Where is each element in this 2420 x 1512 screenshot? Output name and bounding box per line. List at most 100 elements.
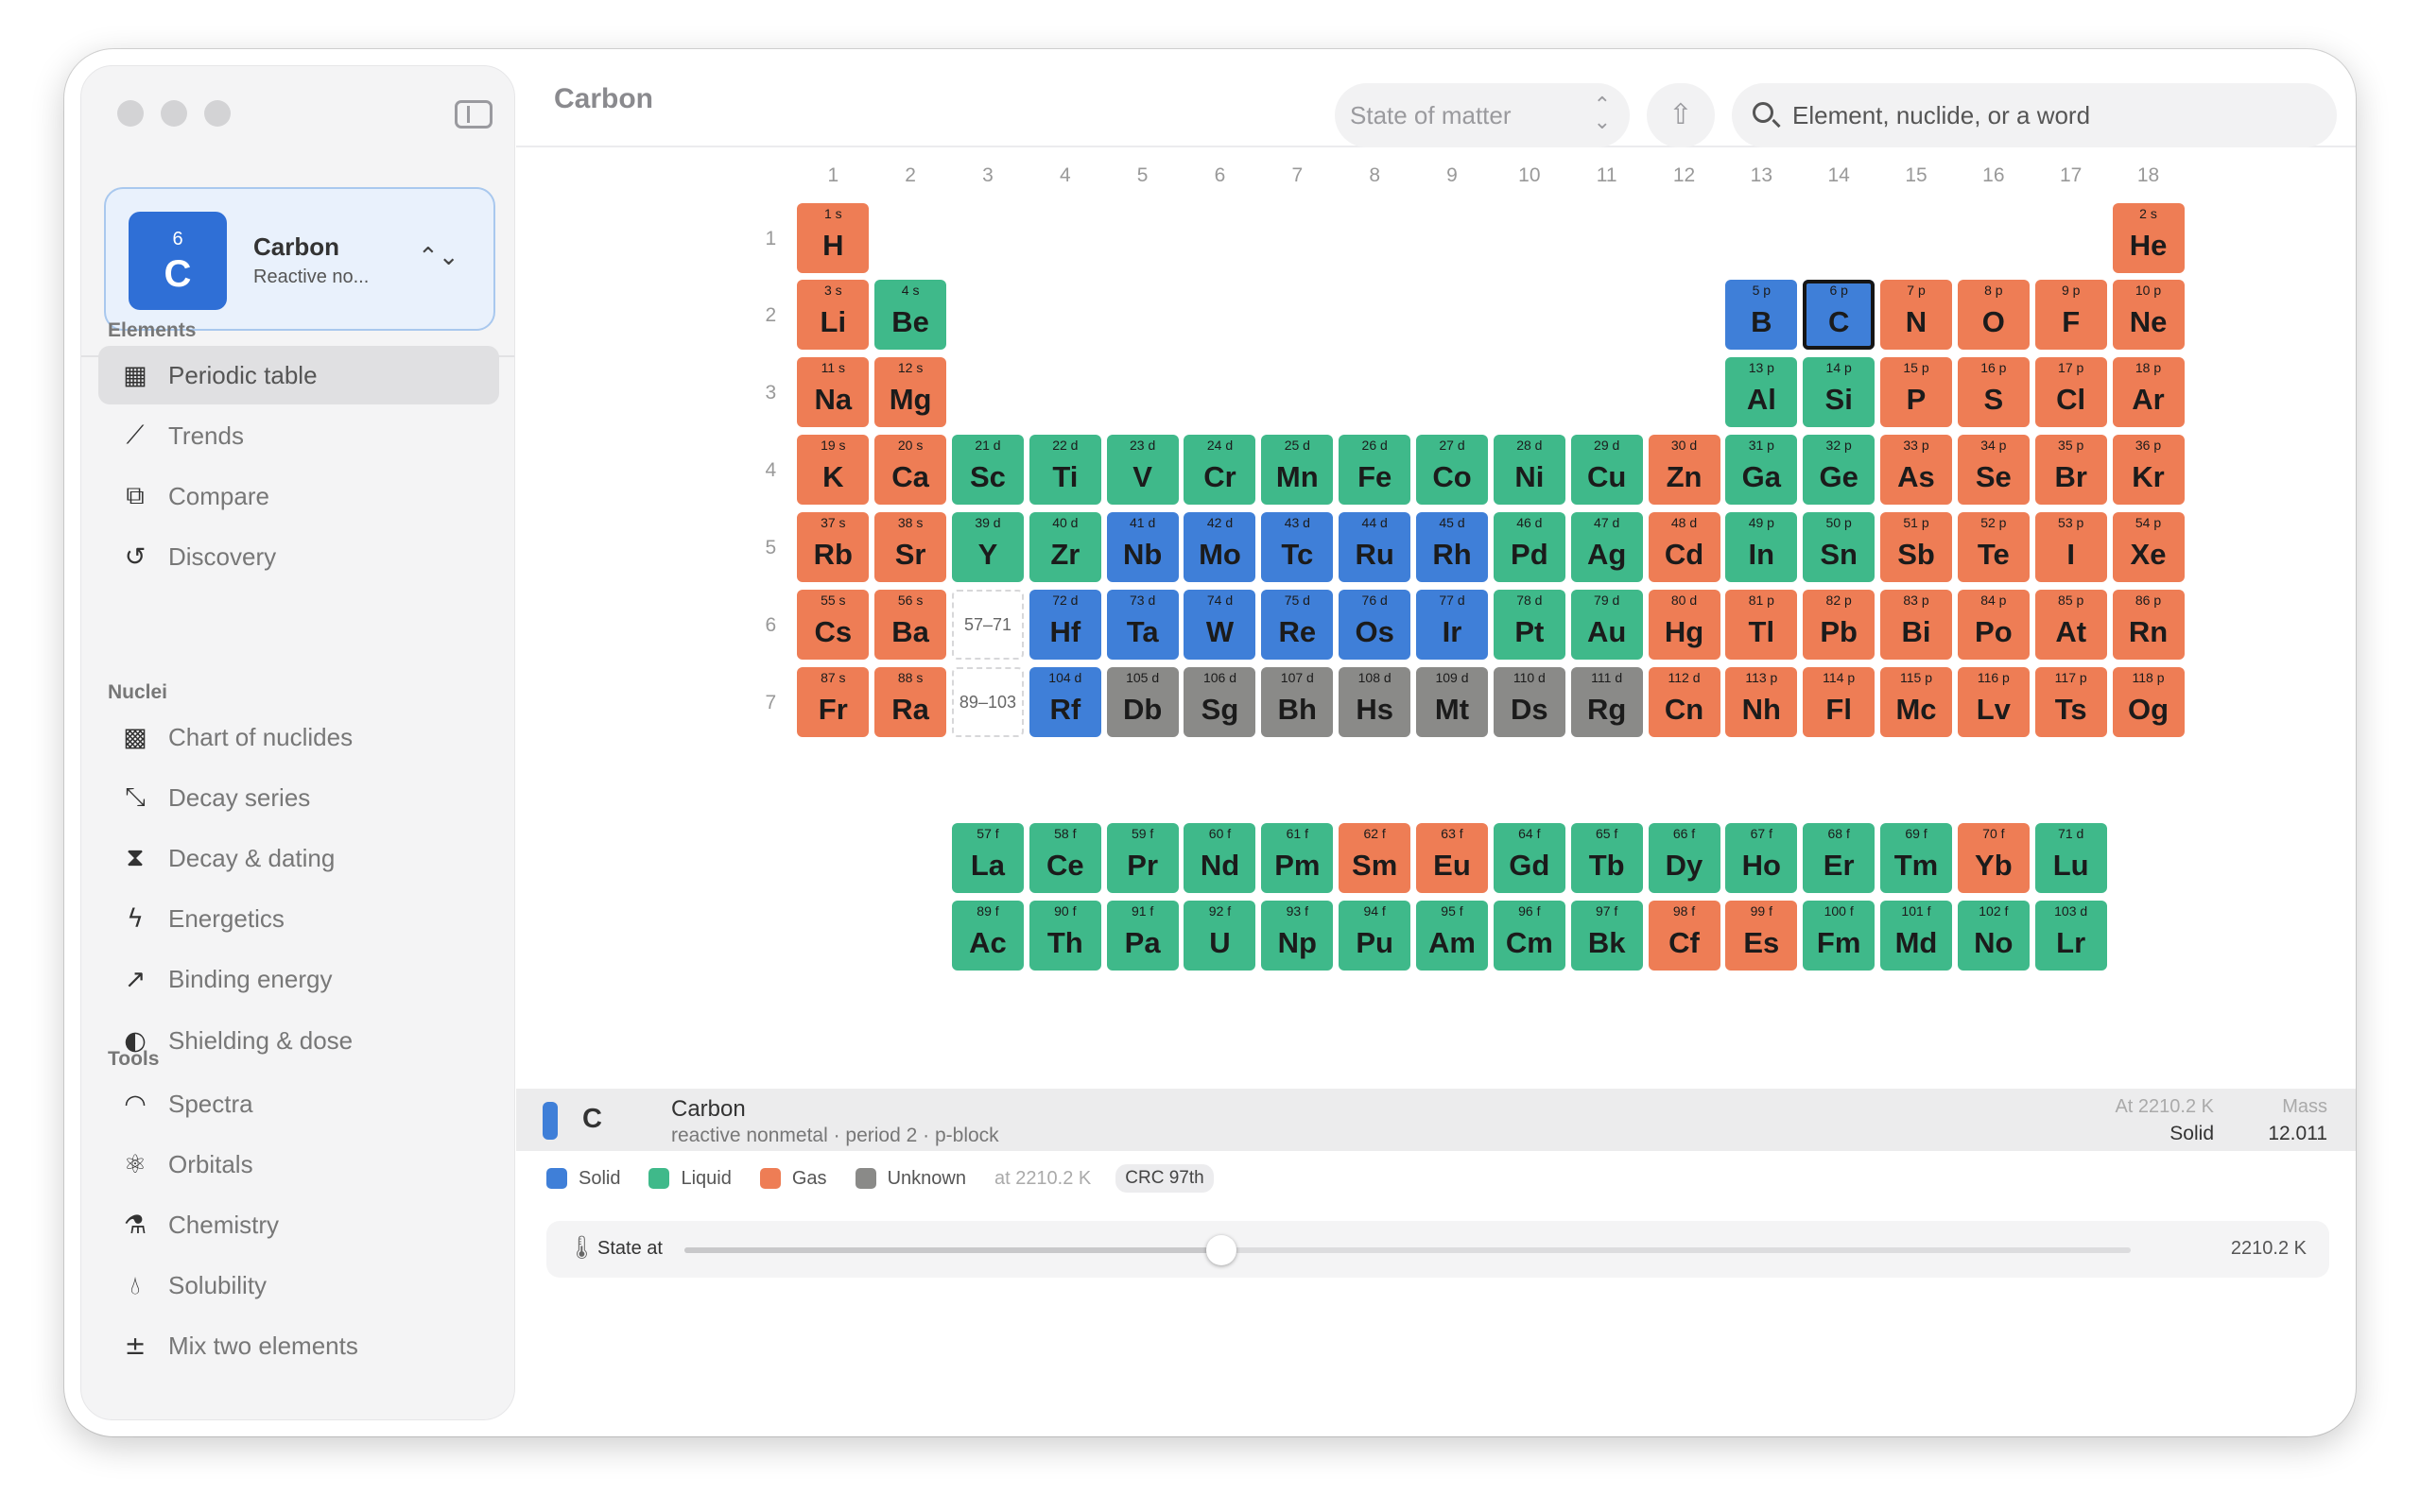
element-cell-se[interactable]: 34 p Se [1957, 435, 2030, 506]
element-cell-p[interactable]: 15 p P [1880, 357, 1952, 428]
element-cell-pb[interactable]: 82 p Pb [1803, 589, 1876, 660]
element-cell-zn[interactable]: 30 d Zn [1648, 435, 1720, 506]
sidebar-item-discovery[interactable]: ↺ Discovery [98, 528, 499, 587]
element-cell-th[interactable]: 90 f Th [1028, 901, 1101, 971]
element-cell-pr[interactable]: 59 f Pr [1106, 823, 1179, 894]
element-cell-no[interactable]: 102 f No [1957, 901, 2030, 971]
element-cell-te[interactable]: 52 p Te [1957, 511, 2030, 582]
element-cell-ce[interactable]: 58 f Ce [1028, 823, 1101, 894]
element-cell-rb[interactable]: 37 s Rb [797, 511, 870, 582]
element-cell-pt[interactable]: 78 d Pt [1493, 589, 1565, 660]
element-cell-w[interactable]: 74 d W [1184, 589, 1256, 660]
element-cell-nd[interactable]: 60 f Nd [1184, 823, 1256, 894]
element-cell-c[interactable]: 6 p C [1803, 280, 1876, 351]
element-cell-sr[interactable]: 38 s Sr [874, 511, 947, 582]
sidebar-item-solubility[interactable]: 💧︎ Solubility [98, 1257, 499, 1315]
element-cell-hf[interactable]: 72 d Hf [1028, 589, 1101, 660]
element-cell-ds[interactable]: 110 d Ds [1493, 666, 1565, 737]
sidebar-item-binding-energy[interactable]: ↗ Binding energy [98, 951, 499, 1009]
element-cell-y[interactable]: 39 d Y [951, 511, 1024, 582]
element-cell-zr[interactable]: 40 d Zr [1028, 511, 1101, 582]
element-cell-ti[interactable]: 22 d Ti [1028, 435, 1101, 506]
close-window-button[interactable] [117, 100, 144, 127]
zoom-window-button[interactable] [204, 100, 231, 127]
element-cell-lr[interactable]: 103 d Lr [2034, 901, 2107, 971]
element-cell-n[interactable]: 7 p N [1880, 280, 1952, 351]
element-cell-h[interactable]: 1 s H [797, 202, 870, 273]
sidebar-item-energetics[interactable]: ϟ Energetics [98, 890, 499, 949]
slider-thumb[interactable] [1205, 1235, 1236, 1265]
element-cell-sm[interactable]: 62 f Sm [1339, 823, 1411, 894]
element-cell-bi[interactable]: 83 p Bi [1880, 589, 1952, 660]
temperature-slider[interactable] [684, 1235, 2131, 1265]
element-cell-lv[interactable]: 116 p Lv [1957, 666, 2030, 737]
element-cell-pa[interactable]: 91 f Pa [1106, 901, 1179, 971]
element-cell-ni[interactable]: 28 d Ni [1493, 435, 1565, 506]
element-cell-ge[interactable]: 32 p Ge [1803, 435, 1876, 506]
element-cell-pd[interactable]: 46 d Pd [1493, 511, 1565, 582]
element-cell-v[interactable]: 23 d V [1106, 435, 1179, 506]
element-cell-f[interactable]: 9 p F [2034, 280, 2107, 351]
element-cell-cr[interactable]: 24 d Cr [1184, 435, 1256, 506]
element-cell-tm[interactable]: 69 f Tm [1880, 823, 1952, 894]
element-cell-ir[interactable]: 77 d Ir [1415, 589, 1488, 660]
sidebar-item-orbitals[interactable]: ⚛ Orbitals [98, 1135, 499, 1194]
element-cell-au[interactable]: 79 d Au [1570, 589, 1643, 660]
share-button[interactable]: ⇧ [1647, 83, 1715, 147]
element-cell-ba[interactable]: 56 s Ba [874, 589, 947, 660]
element-cell-cf[interactable]: 98 f Cf [1648, 901, 1720, 971]
element-cell-co[interactable]: 27 d Co [1415, 435, 1488, 506]
element-cell-nb[interactable]: 41 d Nb [1106, 511, 1179, 582]
element-cell-cd[interactable]: 48 d Cd [1648, 511, 1720, 582]
element-cell-fl[interactable]: 114 p Fl [1803, 666, 1876, 737]
element-cell-po[interactable]: 84 p Po [1957, 589, 2030, 660]
element-cell-b[interactable]: 5 p B [1725, 280, 1798, 351]
element-cell-mo[interactable]: 42 d Mo [1184, 511, 1256, 582]
actinide-placeholder[interactable]: 89–103 [951, 666, 1024, 737]
element-cell-cl[interactable]: 17 p Cl [2034, 357, 2107, 428]
element-cell-fr[interactable]: 87 s Fr [797, 666, 870, 737]
mode-select[interactable]: State of matter ⌃ ⌄ [1335, 83, 1630, 147]
element-cell-cu[interactable]: 29 d Cu [1570, 435, 1643, 506]
element-cell-k[interactable]: 19 s K [797, 435, 870, 506]
sidebar-item-chemistry[interactable]: ⚗ Chemistry [98, 1195, 499, 1254]
element-cell-si[interactable]: 14 p Si [1803, 357, 1876, 428]
element-cell-ac[interactable]: 89 f Ac [951, 901, 1024, 971]
element-cell-kr[interactable]: 36 p Kr [2112, 435, 2185, 506]
element-cell-al[interactable]: 13 p Al [1725, 357, 1798, 428]
element-cell-pu[interactable]: 94 f Pu [1339, 901, 1411, 971]
element-cell-fm[interactable]: 100 f Fm [1803, 901, 1876, 971]
element-cell-in[interactable]: 49 p In [1725, 511, 1798, 582]
element-cell-re[interactable]: 75 d Re [1261, 589, 1334, 660]
element-cell-ga[interactable]: 31 p Ga [1725, 435, 1798, 506]
element-cell-he[interactable]: 2 s He [2112, 202, 2185, 273]
element-cell-mt[interactable]: 109 d Mt [1415, 666, 1488, 737]
element-cell-dy[interactable]: 66 f Dy [1648, 823, 1720, 894]
element-cell-lu[interactable]: 71 d Lu [2034, 823, 2107, 894]
element-cell-sc[interactable]: 21 d Sc [951, 435, 1024, 506]
element-cell-xe[interactable]: 54 p Xe [2112, 511, 2185, 582]
element-cell-md[interactable]: 101 f Md [1880, 901, 1952, 971]
element-cell-mg[interactable]: 12 s Mg [874, 357, 947, 428]
element-cell-u[interactable]: 92 f U [1184, 901, 1256, 971]
element-cell-np[interactable]: 93 f Np [1261, 901, 1334, 971]
element-cell-nh[interactable]: 113 p Nh [1725, 666, 1798, 737]
element-cell-tl[interactable]: 81 p Tl [1725, 589, 1798, 660]
sidebar-item-trends[interactable]: ⟋ Trends [98, 406, 499, 465]
element-cell-eu[interactable]: 63 f Eu [1415, 823, 1488, 894]
element-cell-hg[interactable]: 80 d Hg [1648, 589, 1720, 660]
element-cell-na[interactable]: 11 s Na [797, 357, 870, 428]
element-cell-rg[interactable]: 111 d Rg [1570, 666, 1643, 737]
element-cell-cs[interactable]: 55 s Cs [797, 589, 870, 660]
element-cell-rh[interactable]: 45 d Rh [1415, 511, 1488, 582]
sidebar-toggle-icon[interactable] [455, 100, 493, 129]
sidebar-item-periodic-table[interactable]: ▦ Periodic table [98, 346, 499, 404]
element-cell-db[interactable]: 105 d Db [1106, 666, 1179, 737]
element-cell-sb[interactable]: 51 p Sb [1880, 511, 1952, 582]
search-field[interactable] [1732, 83, 2337, 147]
element-cell-mn[interactable]: 25 d Mn [1261, 435, 1334, 506]
element-cell-s[interactable]: 16 p S [1957, 357, 2030, 428]
element-cell-yb[interactable]: 70 f Yb [1957, 823, 2030, 894]
element-cell-bh[interactable]: 107 d Bh [1261, 666, 1334, 737]
selected-element-picker[interactable]: 6 C Carbon Reactive no... ⌃⌄ [104, 187, 495, 331]
